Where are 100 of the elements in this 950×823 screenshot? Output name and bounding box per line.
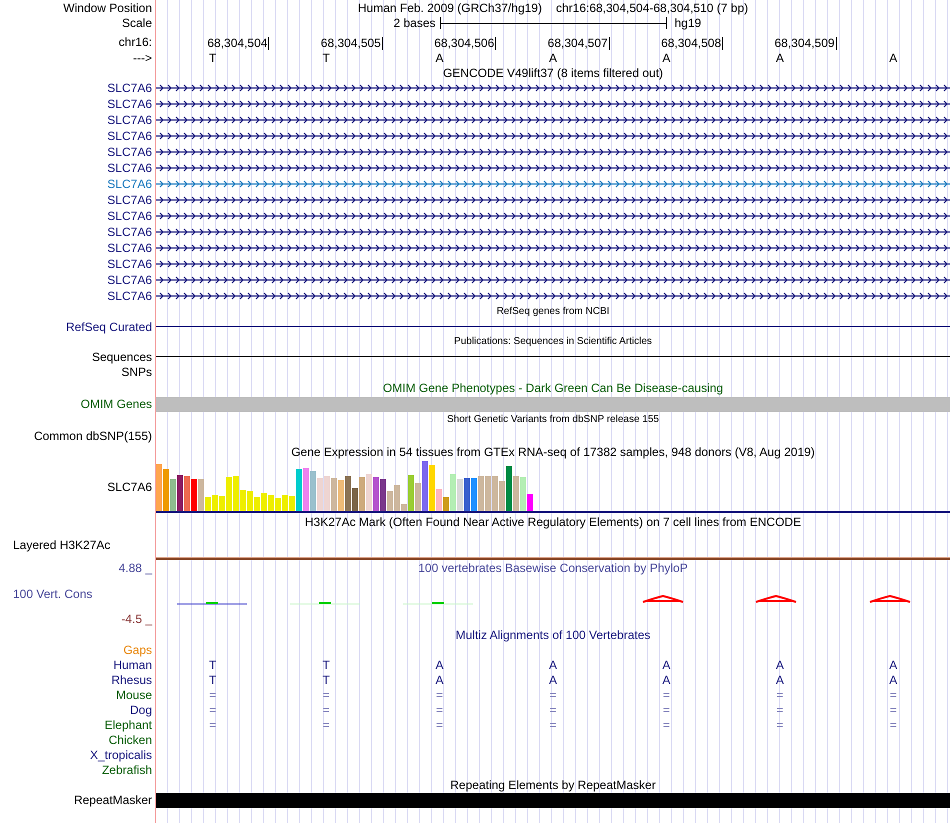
track-title: Multiz Alignments of 100 Vertebrates (456, 628, 650, 640)
match-mark: = (890, 688, 897, 700)
aligned-base: A (889, 658, 898, 670)
species-label: Rhesus (111, 674, 152, 686)
species-label: Elephant (104, 718, 152, 730)
gene-label: SLC7A6 (107, 114, 152, 126)
track-label: SLC7A6 (107, 480, 152, 492)
match-mark: = (549, 718, 556, 730)
gene-label: SLC7A6 (107, 162, 152, 174)
assembly-label: hg19 (674, 17, 702, 29)
match-mark: = (776, 718, 784, 730)
axis-max-label: 4.88 _ (118, 562, 152, 574)
position-tick-label: 68,304,504 (207, 37, 270, 50)
base-letter: A (548, 52, 557, 64)
match-mark: = (322, 688, 330, 700)
species-label: Zebrafish (102, 764, 152, 776)
track-title: H3K27Ac Mark (Often Found Near Active Regulatory Elements) on 7 cell lines from ENCODE (304, 516, 802, 528)
track-label: SNPs (121, 366, 152, 378)
match-mark: = (436, 688, 444, 700)
match-mark: = (209, 688, 216, 700)
match-mark: = (776, 688, 784, 700)
position-tick-label: 68,304,506 (434, 37, 496, 50)
track-title: Short Genetic Variants from dbSNP release 155 (447, 415, 659, 425)
aligned-base: A (548, 658, 557, 670)
aligned-base: A (662, 674, 670, 686)
species-label: Chicken (108, 734, 152, 746)
gene-label: SLC7A6 (107, 194, 152, 206)
aligned-base: T (322, 658, 330, 670)
gene-label: SLC7A6 (107, 98, 152, 110)
gene-label: SLC7A6 (107, 290, 152, 302)
match-mark: = (662, 688, 670, 700)
aligned-base: T (209, 674, 216, 686)
aligned-base: A (436, 658, 444, 670)
base-letter: A (662, 52, 670, 64)
track-label: RepeatMasker (74, 794, 152, 806)
track-label: 100 Vert. Cons (12, 588, 92, 600)
track-title: Publications: Sequences in Scientific Articles (454, 336, 652, 346)
track-label: RefSeq Curated (66, 320, 152, 332)
aligned-base: T (209, 658, 216, 670)
match-mark: = (322, 718, 330, 730)
species-label: Mouse (116, 688, 152, 700)
track-label: OMIM Genes (80, 398, 152, 410)
base-letter: A (889, 52, 898, 64)
track-label: Common dbSNP(155) (34, 430, 152, 442)
scale-text: 2 bases (393, 17, 436, 29)
gene-label: SLC7A6 (107, 274, 152, 286)
aligned-base: A (662, 658, 670, 670)
position-tick-label: 68,304,505 (320, 37, 383, 50)
axis-min-label: -4.5 _ (121, 613, 152, 625)
species-label: Dog (130, 704, 152, 716)
position-tick-label: 68,304,508 (661, 37, 724, 50)
row-label: chr16: (118, 36, 152, 48)
aligned-base: A (889, 674, 898, 686)
position-tick-label: 68,304,509 (774, 37, 837, 50)
gene-label: SLC7A6 (107, 210, 152, 222)
track-title: Gene Expression in 54 tissues from GTEx RNA-seq of 17382 samples, 948 donors (V8, Aug 2019) (291, 446, 815, 458)
base-letter: A (776, 52, 784, 64)
aligned-base: A (548, 674, 557, 686)
gene-label: SLC7A6 (107, 226, 152, 238)
track-title: OMIM Gene Phenotypes - Dark Green Can Be Disease-causing (382, 382, 724, 394)
aligned-base: A (776, 658, 784, 670)
gene-label: SLC7A6 (107, 242, 152, 254)
base-letter: A (436, 52, 444, 64)
gene-label: SLC7A6 (107, 146, 152, 158)
track-title: Repeating Elements by RepeatMasker (450, 778, 656, 790)
track-label: Sequences (92, 350, 152, 362)
match-mark: = (890, 704, 897, 716)
species-label: X_tropicalis (90, 748, 152, 760)
track-title: RefSeq genes from NCBI (496, 306, 610, 316)
assembly-title: Human Feb. 2009 (GRCh37/hg19) (358, 2, 542, 14)
track-label: Layered H3K27Ac (13, 539, 110, 551)
strand-label: ---> (133, 52, 152, 64)
aligned-base: T (322, 674, 330, 686)
row-label: Window Position (63, 2, 152, 14)
gene-label: SLC7A6 (107, 258, 152, 270)
match-mark: = (549, 704, 556, 716)
match-mark: = (436, 704, 444, 716)
track-title: GENCODE V49lift37 (8 items filtered out) (442, 66, 664, 78)
species-label: Gaps (123, 644, 152, 656)
match-mark: = (662, 718, 670, 730)
match-mark: = (890, 718, 897, 730)
base-letter: T (209, 52, 216, 64)
position-range: chr16:68,304,504-68,304,510 (7 bp) (556, 2, 748, 14)
gene-label: SLC7A6 (107, 178, 152, 190)
gene-label: SLC7A6 (107, 82, 152, 94)
match-mark: = (436, 718, 444, 730)
match-mark: = (662, 704, 670, 716)
track-title: 100 vertebrates Basewise Conservation by PhyloP (418, 562, 688, 574)
row-label: Scale (122, 17, 152, 29)
match-mark: = (549, 688, 556, 700)
match-mark: = (776, 704, 784, 716)
match-mark: = (322, 704, 330, 716)
aligned-base: A (776, 674, 784, 686)
match-mark: = (209, 718, 216, 730)
match-mark: = (209, 704, 216, 716)
gene-label: SLC7A6 (107, 130, 152, 142)
aligned-base: A (436, 674, 444, 686)
position-tick-label: 68,304,507 (548, 37, 610, 50)
base-letter: T (322, 52, 330, 64)
species-label: Human (113, 658, 152, 670)
